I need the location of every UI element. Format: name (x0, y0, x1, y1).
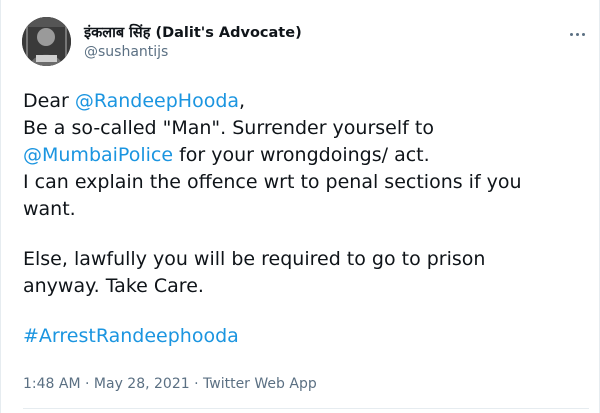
author-handle[interactable]: @sushantijs (84, 44, 168, 60)
mention-link[interactable]: @RandeepHooda (75, 90, 239, 112)
mention-link[interactable]: @MumbaiPolice (23, 144, 173, 166)
tweet-text: Dear @RandeepHooda, Be a so-called "Man"… (23, 88, 583, 350)
tweet-line: Else, lawfully you will be required to g… (23, 248, 486, 270)
divider (23, 408, 589, 409)
tweet-card: इंकलाब सिंह (Dalit's Advocate) @sushanti… (0, 0, 600, 413)
avatar[interactable] (22, 17, 71, 66)
tweet-line: Dear @RandeepHooda, (23, 90, 246, 112)
avatar-image (22, 17, 71, 66)
hashtag-link[interactable]: #ArrestRandeephooda (23, 325, 239, 347)
tweet-meta: 1:48 AM · May 28, 2021 · Twitter Web App (23, 376, 317, 392)
author-name-row[interactable]: इंकलाब सिंह (Dalit's Advocate) (84, 21, 302, 43)
tweet-line: @MumbaiPolice for your wrongdoings/ act. (23, 144, 430, 166)
tweet-line: I can explain the offence wrt to penal s… (23, 171, 522, 193)
tweet-line: #ArrestRandeephooda (23, 323, 583, 350)
tweet-line: want. (23, 198, 76, 220)
tweet-line: anyway. Take Care. (23, 275, 204, 297)
more-options-button[interactable] (563, 26, 591, 42)
author-display-name[interactable]: इंकलाब सिंह (Dalit's Advocate) (84, 22, 302, 42)
tweet-date[interactable]: May 28, 2021 (94, 376, 190, 392)
tweet-line: Be a so-called "Man". Surrender yourself… (23, 117, 434, 139)
tweet-time[interactable]: 1:48 AM (23, 376, 81, 392)
more-horizontal-icon (569, 32, 573, 36)
tweet-source[interactable]: Twitter Web App (203, 376, 317, 392)
